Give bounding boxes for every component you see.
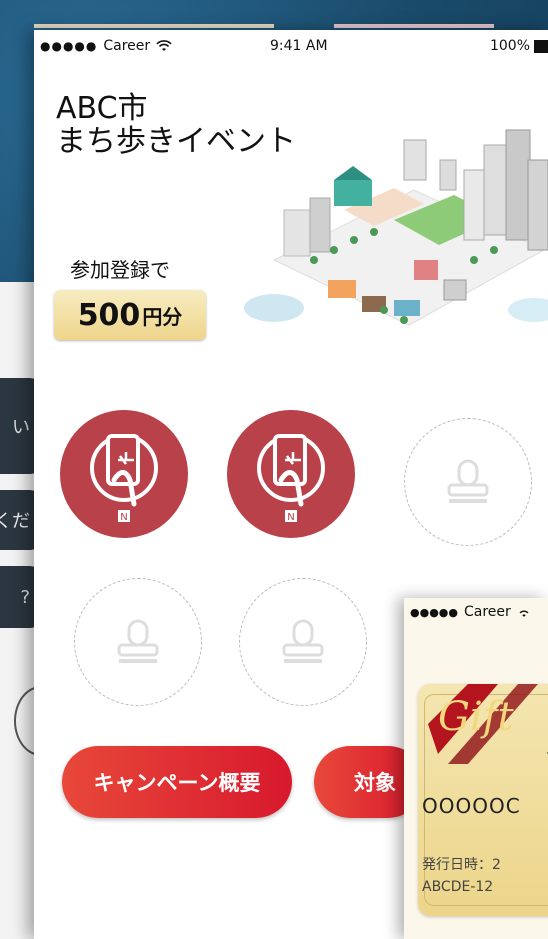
stamp-icon: [282, 619, 324, 663]
reward-badge: 500 円分: [54, 290, 206, 340]
wifi-icon: [519, 610, 529, 617]
carrier-info: ●●●●● Career: [40, 38, 172, 54]
status-bar: ●●●●● Career 9:41 AM 100%: [34, 30, 548, 64]
signal-icon: ●●●●●: [40, 39, 98, 53]
status-time: 9:41 AM: [270, 38, 328, 54]
svg-text:N: N: [120, 512, 127, 523]
reward-amount: 500: [77, 297, 141, 333]
battery-percent: 100%: [489, 38, 530, 54]
issued-label: 発行日時：2: [422, 857, 501, 873]
nfc-card-icon: N: [257, 434, 325, 523]
stamp-slot-5[interactable]: [239, 578, 367, 706]
stamp-icon: [117, 619, 159, 663]
city-illustration: [244, 129, 548, 326]
gift-card-screen: ●●●●● Career Gift 商 OOOOOC 発行日時：2 ABCDE-…: [404, 598, 548, 939]
carrier-name: Career: [103, 38, 151, 54]
wifi-icon: [156, 40, 172, 51]
registration-label: 参加登録で: [70, 258, 170, 282]
gift-ticket[interactable]: Gift 商 OOOOOC 発行日時：2 ABCDE-12: [418, 684, 548, 916]
battery-status: 100%: [490, 38, 548, 54]
gift-status-bar: ●●●●● Career: [410, 604, 531, 620]
carrier-name: Career: [464, 604, 511, 620]
stamp-slot-4[interactable]: [74, 578, 202, 706]
battery-icon: [534, 39, 548, 53]
ticket-code: ABCDE-12: [422, 879, 494, 895]
gift-script: Gift: [438, 694, 514, 740]
signal-icon: ●●●●●: [410, 605, 458, 619]
campaign-overview-button[interactable]: キャンペーン概要: [62, 746, 292, 818]
stamp-slot-2[interactable]: N: [227, 410, 355, 538]
nfc-card-icon: N: [90, 434, 158, 523]
stamp-slot-1[interactable]: N: [60, 410, 188, 538]
svg-text:N: N: [287, 512, 294, 523]
ticket-serial: OOOOOC: [422, 794, 521, 818]
stamp-slot-3[interactable]: [404, 418, 532, 546]
stamp-icon: [447, 459, 489, 503]
reward-unit: 円分: [142, 304, 183, 329]
